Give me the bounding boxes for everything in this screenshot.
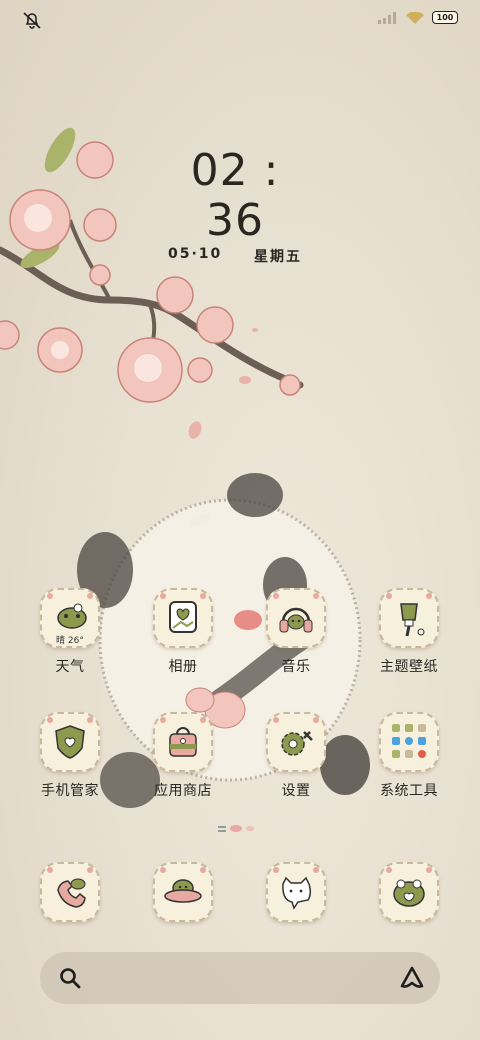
status-bar: 100 xyxy=(0,0,480,40)
search-icon[interactable] xyxy=(58,966,82,990)
dock-messages[interactable] xyxy=(128,862,238,922)
ufo-message-icon xyxy=(153,862,213,922)
music-icon xyxy=(266,588,326,648)
app-settings[interactable]: 设置 xyxy=(241,712,351,800)
page-indicator-dot xyxy=(246,826,254,831)
assistant-icon[interactable] xyxy=(398,964,426,992)
app-system-tools[interactable]: 系统工具 xyxy=(354,712,464,800)
gallery-icon xyxy=(153,588,213,648)
page-indicator-menu xyxy=(218,825,226,832)
app-label: 音乐 xyxy=(281,659,311,675)
signal-icon xyxy=(378,11,396,24)
clock-time: 02 : 36 xyxy=(190,145,280,246)
app-label: 相册 xyxy=(168,659,198,675)
app-label: 系统工具 xyxy=(380,783,438,799)
search-bar[interactable] xyxy=(40,952,440,1004)
app-phone-manager[interactable]: 手机管家 xyxy=(15,712,125,800)
app-themes[interactable]: 主题壁纸 xyxy=(354,588,464,676)
dock-camera[interactable] xyxy=(241,862,351,922)
app-label: 主题壁纸 xyxy=(380,659,438,675)
phone-icon xyxy=(40,862,100,922)
app-weather[interactable]: 晴 26° 天气 xyxy=(15,588,125,676)
clock-date: 05·10 xyxy=(168,246,223,262)
page-indicator-current xyxy=(230,825,242,832)
shopping-bag-icon xyxy=(153,712,213,772)
folder-icon xyxy=(379,712,439,772)
app-label: 应用商店 xyxy=(154,783,212,799)
gear-icon xyxy=(266,712,326,772)
clock-widget[interactable]: 02 : 36 05·10 星期五 xyxy=(160,146,310,266)
app-store[interactable]: 应用商店 xyxy=(128,712,238,800)
shield-heart-icon xyxy=(40,712,100,772)
page-indicator[interactable] xyxy=(218,825,254,832)
clock-weekday: 星期五 xyxy=(254,249,302,265)
theme-brush-icon xyxy=(379,588,439,648)
app-label: 天气 xyxy=(55,659,85,675)
wifi-icon xyxy=(406,11,424,24)
app-gallery[interactable]: 相册 xyxy=(128,588,238,676)
dock-browser[interactable] xyxy=(354,862,464,922)
frog-heart-icon xyxy=(379,862,439,922)
app-label: 手机管家 xyxy=(41,783,99,799)
app-music[interactable]: 音乐 xyxy=(241,588,351,676)
battery-indicator: 100 xyxy=(432,11,458,24)
silent-mode-icon xyxy=(23,12,41,29)
cat-chat-icon xyxy=(266,862,326,922)
dock-phone[interactable] xyxy=(15,862,125,922)
weather-temp: 晴 26° xyxy=(56,636,84,646)
weather-icon: 晴 26° xyxy=(40,588,100,648)
status-indicators: 100 xyxy=(378,11,458,24)
app-label: 设置 xyxy=(281,783,311,799)
